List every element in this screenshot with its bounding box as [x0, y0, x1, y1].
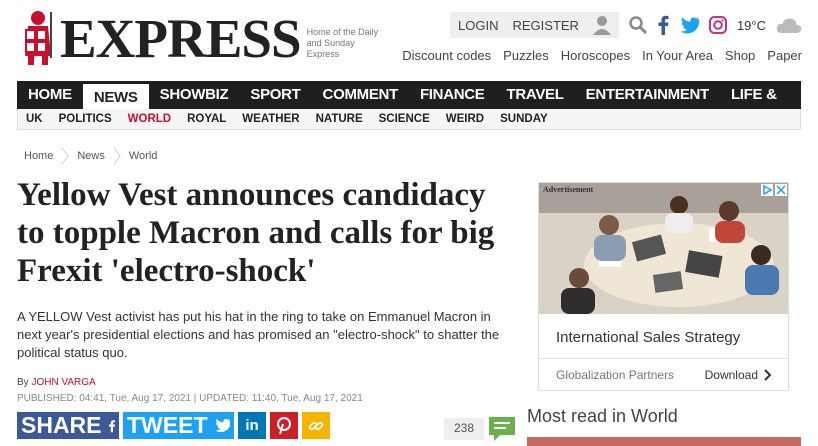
most-read-thumbnail[interactable] [527, 437, 801, 446]
ad-download-label: Download [704, 368, 758, 382]
nav-sport[interactable]: SPORT [239, 81, 311, 109]
subnav-royal[interactable]: ROYAL [179, 113, 234, 125]
brand-tagline: Home of the Daily and Sunday Express [306, 27, 379, 59]
chevron-right-icon [113, 147, 121, 165]
twitter-icon[interactable] [679, 16, 699, 34]
subnav-sunday[interactable]: SUNDAY [492, 113, 556, 125]
comment-bubble-icon [489, 417, 516, 441]
sub-nav: UK POLITICS WORLD ROYAL WEATHER NATURE S… [17, 109, 801, 130]
subnav-politics[interactable]: POLITICS [51, 113, 120, 125]
meeting-photo-icon [539, 183, 788, 314]
twitter-icon [214, 418, 230, 433]
main-nav: HOME NEWS SHOWBIZ & TV SPORT COMMENT FIN… [17, 81, 801, 131]
instagram-icon[interactable] [708, 16, 727, 34]
nav-travel[interactable]: TRAVEL [496, 81, 575, 109]
nav-showbiz[interactable]: SHOWBIZ & TV [149, 81, 240, 131]
article-standfirst: A YELLOW Vest activist has put his hat i… [17, 309, 500, 360]
crusader-logo-icon [25, 11, 52, 65]
top-utility-bar: LOGIN REGISTER 19°C [450, 12, 802, 38]
ad-source: Globalization Partners [556, 368, 675, 382]
link-horoscopes[interactable]: Horoscopes [561, 48, 630, 63]
author-link[interactable]: JOHN VARGA [31, 377, 95, 388]
link-paper[interactable]: Paper [767, 48, 802, 63]
copy-link-button[interactable] [302, 412, 330, 439]
share-linkedin-button[interactable]: in [238, 412, 266, 439]
share-twitter-button[interactable]: TWEET [123, 412, 234, 439]
share-facebook-button[interactable]: SHARE [17, 412, 119, 439]
subnav-world[interactable]: WORLD [120, 113, 179, 125]
utility-links: Discount codes Puzzles Horoscopes In You… [402, 48, 802, 63]
adchoices-icon[interactable] [761, 184, 773, 196]
pinterest-icon [277, 416, 291, 434]
subnav-weather[interactable]: WEATHER [234, 113, 307, 125]
link-in-your-area[interactable]: In Your Area [642, 48, 713, 63]
breadcrumb-home[interactable]: Home [24, 150, 53, 162]
login-link[interactable]: LOGIN [458, 18, 498, 33]
facebook-icon [108, 419, 115, 432]
subnav-weird[interactable]: WEIRD [438, 113, 492, 125]
chevron-right-icon [61, 147, 69, 165]
close-icon[interactable] [775, 184, 787, 196]
breadcrumb-world[interactable]: World [129, 150, 158, 162]
temperature: 19°C [736, 17, 766, 33]
nav-entertainment[interactable]: ENTERTAINMENT [575, 81, 720, 109]
comment-count: 238 [444, 418, 485, 440]
advertisement[interactable]: Advertisement International Sales Strate… [538, 182, 789, 391]
most-read-heading: Most read in World [527, 406, 678, 426]
ad-download-button[interactable]: Download [705, 368, 771, 382]
nav-news[interactable]: NEWS [82, 81, 149, 109]
user-icon[interactable] [592, 15, 611, 35]
byline: By JOHN VARGA [17, 377, 96, 388]
comments-link[interactable]: 238 [444, 416, 516, 442]
share-label: SHARE [21, 412, 102, 438]
link-discount-codes[interactable]: Discount codes [402, 48, 491, 63]
nav-finance[interactable]: FINANCE [409, 81, 496, 109]
breadcrumb-news[interactable]: News [77, 150, 105, 162]
cloud-icon [776, 17, 802, 33]
ad-title[interactable]: International Sales Strategy [556, 329, 740, 346]
account-box: LOGIN REGISTER [450, 12, 619, 38]
express-logo[interactable]: EXPRESS Home of the Daily and Sunday Exp… [18, 6, 387, 66]
register-link[interactable]: REGISTER [512, 18, 578, 33]
subnav-uk[interactable]: UK [18, 113, 51, 125]
article-headline: Yellow Vest announces candidacy to toppl… [17, 177, 495, 289]
nav-comment[interactable]: COMMENT [312, 81, 409, 109]
subnav-science[interactable]: SCIENCE [371, 113, 438, 125]
share-bar: SHARE TWEET in [17, 412, 330, 439]
ad-choices[interactable] [761, 184, 787, 196]
breadcrumb: Home News World [24, 147, 157, 165]
ad-footer: Globalization Partners Download [539, 358, 788, 391]
nav-life-style[interactable]: LIFE & STYLE [720, 81, 801, 131]
chevron-right-icon [764, 369, 771, 381]
subnav-nature[interactable]: NATURE [308, 113, 371, 125]
publish-dates: PUBLISHED: 04:41, Tue, Aug 17, 2021 | UP… [17, 393, 363, 404]
byline-prefix: By [17, 377, 29, 388]
tweet-label: TWEET [127, 412, 208, 438]
link-shop[interactable]: Shop [725, 48, 755, 63]
ad-image [539, 183, 788, 314]
brand-name: EXPRESS [60, 8, 302, 69]
search-icon[interactable] [629, 16, 647, 34]
link-puzzles[interactable]: Puzzles [503, 48, 549, 63]
ad-label: Advertisement [543, 185, 594, 194]
linkedin-icon: in [245, 417, 259, 434]
share-pinterest-button[interactable] [270, 412, 298, 439]
facebook-icon[interactable] [657, 15, 669, 35]
nav-home[interactable]: HOME [17, 81, 83, 109]
link-icon [308, 421, 324, 430]
